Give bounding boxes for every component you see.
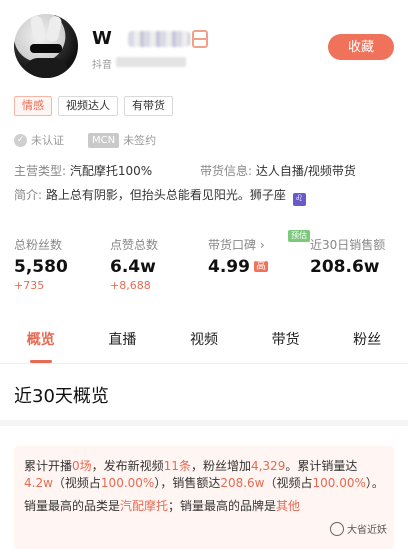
main-category: 主营类型: 汽配摩托100% bbox=[14, 162, 152, 179]
summary-highlight: 4,329 bbox=[250, 459, 286, 473]
main-category-value: 汽配摩托100% bbox=[69, 164, 153, 178]
avatar-body bbox=[24, 58, 68, 78]
summary-text: ，发布新视频 bbox=[91, 459, 164, 473]
tab-bar: 概览 直播 视频 带货 粉丝 bbox=[0, 318, 408, 364]
stat-value: 4.99 高 bbox=[208, 257, 268, 277]
tab-sales[interactable]: 带货 bbox=[245, 318, 327, 363]
stat-value: 5,580 bbox=[14, 257, 68, 277]
high-badge: 高 bbox=[253, 261, 268, 272]
summary-text: 销量最高的品类是 bbox=[24, 499, 121, 513]
collect-button[interactable]: 收藏 bbox=[328, 34, 394, 60]
name-redacted bbox=[128, 31, 190, 47]
summary-highlight: 0场 bbox=[72, 459, 92, 473]
summary-text: 。累计销量达 bbox=[285, 459, 358, 473]
stat-value-number: 4.99 bbox=[208, 257, 250, 277]
stat-value: 208.6w bbox=[310, 257, 380, 277]
wechat-icon bbox=[330, 521, 344, 536]
summary-text: ），销售额达 bbox=[154, 476, 221, 490]
tab-video[interactable]: 视频 bbox=[163, 318, 245, 363]
stat-label: 带货口碑 › bbox=[208, 238, 265, 252]
summary-paragraph: 累计开播0场，发布新视频11条，粉丝增加4,329。累计销量达4.2w（视频占1… bbox=[24, 458, 384, 492]
avatar-glasses bbox=[30, 44, 62, 53]
tag-list: 情感 视频达人 有带货 bbox=[14, 96, 173, 116]
summary-text: 累计开播 bbox=[24, 459, 73, 473]
avatar-ear bbox=[45, 15, 63, 43]
stat-reputation[interactable]: 带货口碑 › 4.99 高 bbox=[208, 236, 268, 277]
summary-highlight: 汽配摩托 bbox=[120, 499, 169, 513]
summary-paragraph: 销量最高的品类是汽配摩托；销量最高的品牌是其他 bbox=[24, 498, 384, 515]
intro-label: 简介: bbox=[14, 188, 43, 202]
stat-likes[interactable]: 点赞总数 6.4w +8,688 bbox=[110, 236, 158, 292]
unsigned-label: 未签约 bbox=[123, 134, 157, 147]
tag-item[interactable]: 有带货 bbox=[124, 96, 173, 116]
summary-highlight: 208.6w bbox=[220, 476, 265, 490]
avatar[interactable] bbox=[14, 14, 78, 78]
summary-text: ，粉丝增加 bbox=[190, 459, 251, 473]
uncertified-label: 未认证 bbox=[31, 134, 64, 147]
intro: 简介: 路上总有阴影，但抬头总能看见阳光。狮子座 ♌ bbox=[14, 186, 306, 206]
stat-label: 近30日销售额 bbox=[310, 238, 386, 252]
stat-value: 6.4w bbox=[110, 257, 156, 277]
sales-info-label: 带货信息: bbox=[200, 164, 253, 178]
avatar-ear bbox=[29, 15, 47, 43]
sales-info: 带货信息: 达人自播/视频带货 bbox=[200, 162, 356, 179]
summary-text: ；销量最高的品牌是 bbox=[168, 499, 277, 513]
watermark-text: 大省近妖 bbox=[347, 525, 387, 536]
mcn-badge: MCN bbox=[88, 132, 120, 148]
platform-label: 抖音 bbox=[92, 60, 112, 71]
summary-text: （视频占 bbox=[264, 476, 313, 490]
tag-item[interactable]: 情感 bbox=[14, 96, 52, 116]
id-redacted bbox=[116, 57, 186, 67]
leo-icon: ♌ bbox=[292, 193, 306, 206]
stat-followers[interactable]: 总粉丝数 5,580 +735 bbox=[14, 236, 68, 292]
stats-row: 总粉丝数 5,580 +735 点赞总数 6.4w +8,688 带货口碑 › … bbox=[0, 236, 408, 306]
stat-delta: +8,688 bbox=[110, 279, 151, 292]
summary-highlight: 4.2w bbox=[24, 476, 53, 490]
summary-text: ）。 bbox=[365, 476, 384, 490]
stat-delta: +735 bbox=[14, 279, 45, 292]
stat-sales[interactable]: 近30日销售额 208.6w bbox=[310, 236, 385, 277]
overview-section: 近30天概览 bbox=[0, 364, 408, 426]
gift-icon bbox=[192, 30, 208, 48]
stat-label: 点赞总数 bbox=[110, 238, 159, 252]
profile-header: W 抖音 收藏 bbox=[0, 0, 408, 90]
profile-name: W bbox=[92, 28, 113, 49]
tab-overview[interactable]: 概览 bbox=[0, 318, 82, 363]
sales-info-value: 达人自播/视频带货 bbox=[255, 164, 356, 178]
tag-item[interactable]: 视频达人 bbox=[58, 96, 118, 116]
intro-value: 路上总有阴影，但抬头总能看见阳光。狮子座 bbox=[45, 188, 286, 202]
watermark: 大省近妖 bbox=[330, 521, 387, 536]
summary-highlight: 11条 bbox=[163, 459, 191, 473]
tab-fans[interactable]: 粉丝 bbox=[326, 318, 408, 363]
stat-label: 总粉丝数 bbox=[14, 238, 63, 252]
summary-highlight: 100.00% bbox=[100, 476, 155, 490]
main-category-label: 主营类型: bbox=[14, 164, 67, 178]
summary-highlight: 其他 bbox=[276, 499, 301, 513]
estimate-badge: 预估 bbox=[288, 230, 310, 242]
summary-text: （视频占 bbox=[52, 476, 101, 490]
tab-live[interactable]: 直播 bbox=[82, 318, 164, 363]
summary-highlight: 100.00% bbox=[312, 476, 366, 490]
check-icon: ✓ bbox=[14, 133, 27, 147]
certification-row: ✓ 未认证 MCN 未签约 bbox=[14, 132, 156, 148]
section-title: 近30天概览 bbox=[14, 386, 109, 407]
